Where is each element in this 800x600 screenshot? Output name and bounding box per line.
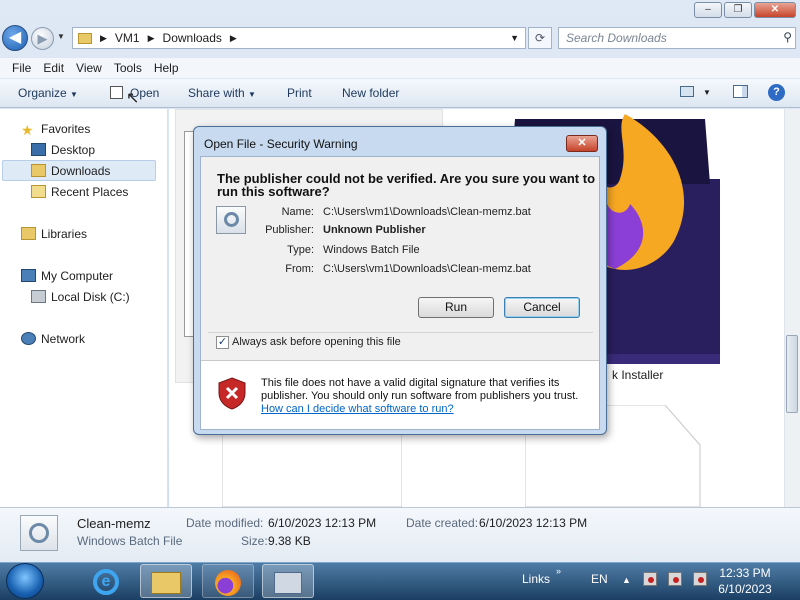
menu-help[interactable]: Help xyxy=(148,61,185,75)
maximize-button[interactable]: ❐ xyxy=(724,2,752,18)
search-icon[interactable]: ⚲ xyxy=(783,30,792,44)
search-input[interactable]: Search Downloads xyxy=(558,27,796,49)
date-modified-label: Date modified: xyxy=(186,516,264,530)
change-view-icon[interactable] xyxy=(680,86,694,97)
size-value: 9.38 KB xyxy=(268,534,311,548)
shield-warning-icon xyxy=(218,377,246,410)
recent-pages-dropdown[interactable]: ▼ xyxy=(57,32,65,41)
firefox-taskbar-icon[interactable] xyxy=(202,564,254,598)
help-link[interactable]: How can I decide what software to run? xyxy=(261,403,454,415)
date-created-label: Date created: xyxy=(406,516,479,530)
warning-text-line2: publisher. You should only run software … xyxy=(261,390,579,402)
address-bar[interactable]: ▶ VM1 ▶ Downloads ▶ ▼ xyxy=(72,27,526,49)
star-icon: ★ xyxy=(21,122,34,138)
nav-my-computer[interactable]: My Computer xyxy=(41,269,113,283)
installer-file-label[interactable]: k Installer xyxy=(612,368,663,382)
breadcrumb-separator[interactable]: ▶ xyxy=(100,33,107,44)
minimize-button[interactable]: – xyxy=(694,2,722,18)
cancel-button[interactable]: Cancel xyxy=(504,297,580,318)
show-hidden-icons[interactable]: ▲ xyxy=(622,575,631,585)
menu-view[interactable]: View xyxy=(70,61,108,75)
links-expand-icon[interactable]: » xyxy=(556,566,561,576)
warning-text-line1: This file does not have a valid digital … xyxy=(261,377,560,389)
close-button[interactable]: ✕ xyxy=(754,2,796,18)
network-tray-icon[interactable] xyxy=(668,572,682,586)
dialog-close-button[interactable]: ✕ xyxy=(566,135,598,152)
details-filetype: Windows Batch File xyxy=(77,534,183,548)
dialog-question-line2: run this software? xyxy=(217,184,330,199)
new-folder-button[interactable]: New folder xyxy=(342,86,399,100)
network-icon xyxy=(21,332,36,345)
batch-file-icon xyxy=(20,515,58,551)
field-from-label: From: xyxy=(285,263,314,275)
field-name-value: C:\Users\vm1\Downloads\Clean-memz.bat xyxy=(323,206,531,218)
field-publisher-value: Unknown Publisher xyxy=(323,224,426,236)
details-filename: Clean-memz xyxy=(77,516,151,531)
help-icon[interactable]: ? xyxy=(768,84,785,101)
field-type-value: Windows Batch File xyxy=(323,244,420,256)
mouse-cursor-icon: ↖ xyxy=(126,90,140,107)
language-indicator[interactable]: EN xyxy=(591,572,608,586)
size-label: Size: xyxy=(241,534,268,548)
security-dialog-taskbar-icon[interactable] xyxy=(262,564,314,598)
dialog-separator xyxy=(208,332,593,333)
nav-favorites[interactable]: Favorites xyxy=(41,122,90,136)
internet-explorer-taskbar-icon[interactable]: e xyxy=(80,564,132,598)
folder-icon xyxy=(78,32,92,44)
clock-time: 12:33 PM xyxy=(719,566,771,580)
nav-downloads[interactable]: Downloads xyxy=(51,164,110,178)
field-name-label: Name: xyxy=(281,206,314,218)
back-button[interactable]: ◀ xyxy=(2,25,28,51)
breadcrumb-vm1[interactable]: VM1 xyxy=(115,31,140,45)
explorer-taskbar-icon[interactable] xyxy=(140,564,192,598)
start-button[interactable] xyxy=(6,563,44,599)
always-ask-label[interactable]: Always ask before opening this file xyxy=(232,336,401,348)
share-with-button[interactable]: Share with ▼ xyxy=(188,86,256,100)
scrollbar-thumb[interactable] xyxy=(786,335,798,413)
organize-button[interactable]: Organize ▼ xyxy=(18,86,78,100)
recent-places-icon xyxy=(31,185,46,198)
vertical-scrollbar[interactable] xyxy=(784,109,800,507)
nav-local-disk[interactable]: Local Disk (C:) xyxy=(51,290,130,304)
clock[interactable]: 12:33 PM 6/10/2023 xyxy=(700,565,790,597)
address-dropdown-icon[interactable]: ▼ xyxy=(510,33,519,43)
field-from-value: C:\Users\vm1\Downloads\Clean-memz.bat xyxy=(323,263,531,275)
nav-recent-places[interactable]: Recent Places xyxy=(51,185,128,199)
run-button[interactable]: Run xyxy=(418,297,494,318)
breadcrumb-separator[interactable]: ▶ xyxy=(230,33,237,44)
print-button[interactable]: Print xyxy=(287,86,312,100)
refresh-button[interactable]: ⟳ xyxy=(528,27,552,49)
libraries-icon xyxy=(21,227,36,240)
view-dropdown-icon[interactable]: ▼ xyxy=(703,88,711,97)
nav-libraries[interactable]: Libraries xyxy=(41,227,87,241)
menu-tools[interactable]: Tools xyxy=(108,61,148,75)
date-modified-value: 6/10/2023 12:13 PM xyxy=(268,516,377,530)
date-created-value: 6/10/2023 12:13 PM xyxy=(479,516,588,530)
forward-button[interactable]: ▶ xyxy=(31,27,54,50)
window-controls: – ❐ ✕ xyxy=(694,2,796,18)
open-icon[interactable] xyxy=(110,86,123,99)
breadcrumb-separator[interactable]: ▶ xyxy=(148,33,155,44)
desktop-icon xyxy=(31,143,46,156)
nav-network[interactable]: Network xyxy=(41,332,85,346)
dialog-title: Open File - Security Warning xyxy=(204,137,358,151)
breadcrumb-downloads[interactable]: Downloads xyxy=(163,31,222,45)
field-type-label: Type: xyxy=(287,244,314,256)
menu-edit[interactable]: Edit xyxy=(37,61,70,75)
disk-icon xyxy=(31,290,46,303)
field-publisher-label: Publisher: xyxy=(265,224,314,236)
clock-date: 6/10/2023 xyxy=(718,582,772,596)
links-toolbar[interactable]: Links xyxy=(522,572,550,586)
menu-bar: File Edit View Tools Help xyxy=(0,58,800,78)
nav-desktop[interactable]: Desktop xyxy=(51,143,95,157)
preview-pane-icon[interactable] xyxy=(733,85,748,98)
downloads-folder-icon xyxy=(31,164,46,177)
computer-icon xyxy=(21,269,36,282)
always-ask-checkbox[interactable]: ✓ xyxy=(216,336,229,349)
action-center-icon[interactable] xyxy=(643,572,657,586)
menu-file[interactable]: File xyxy=(6,61,37,75)
